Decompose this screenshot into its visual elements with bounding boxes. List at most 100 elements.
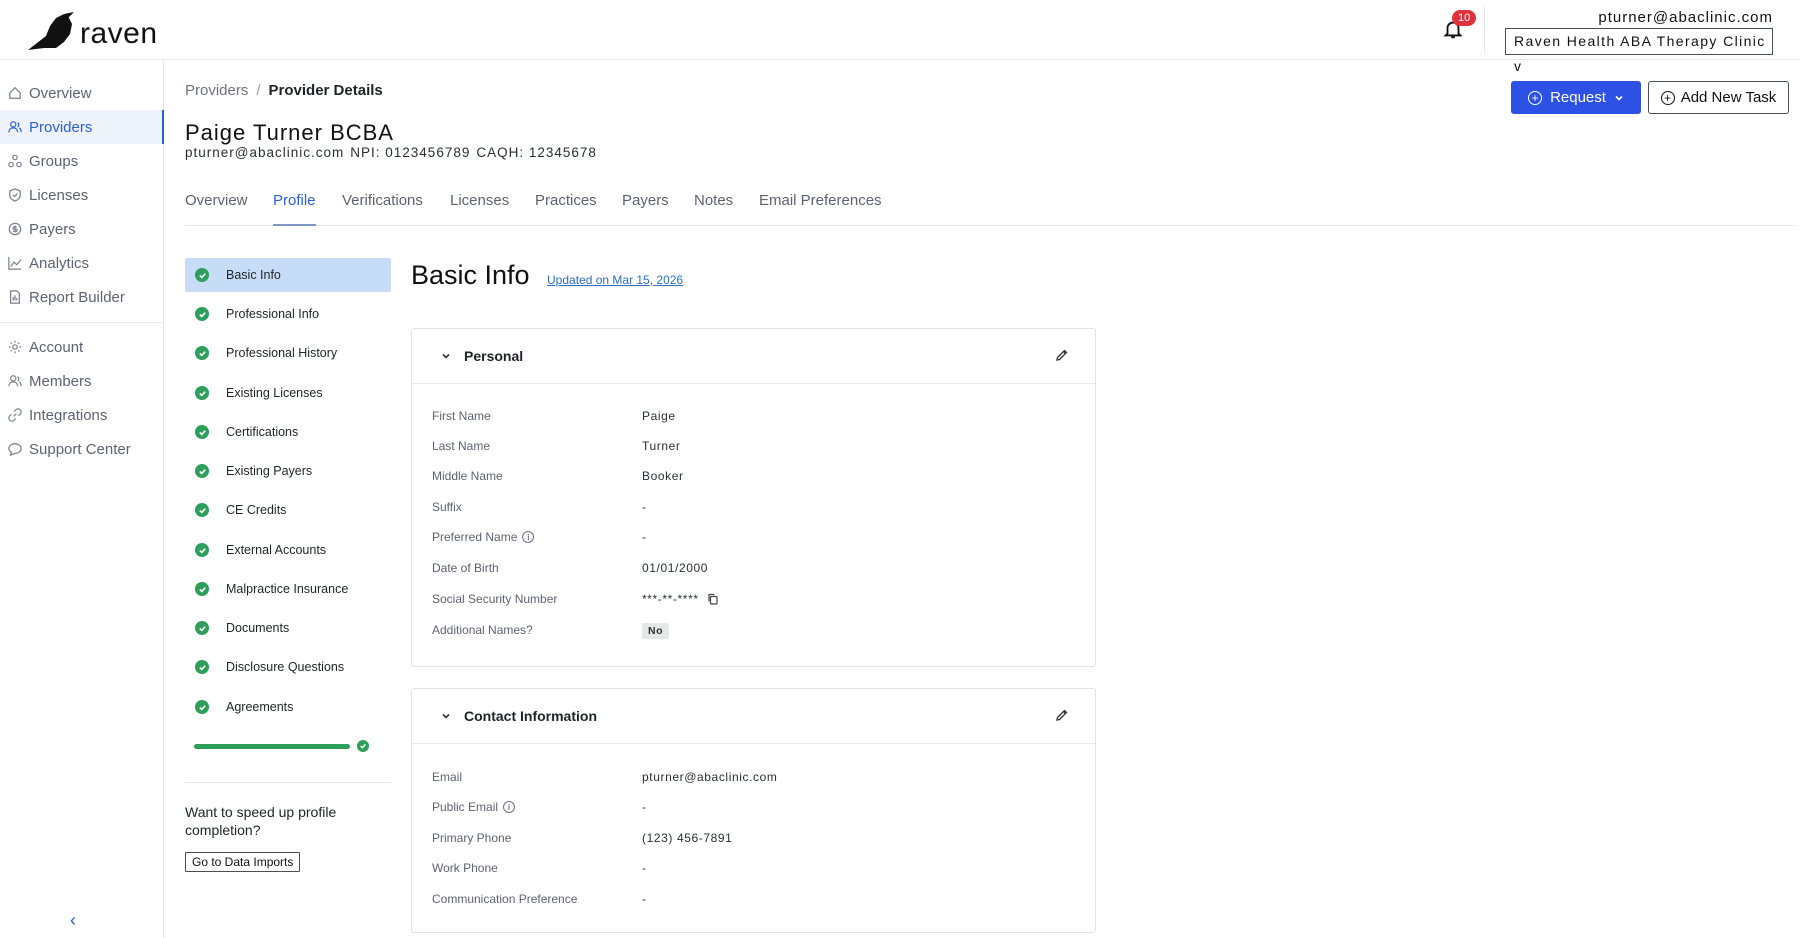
field-value: 01/01/2000 bbox=[642, 561, 709, 575]
check-circle-icon bbox=[195, 700, 209, 714]
field-ssn: Social Security Number ***-**-**** bbox=[432, 592, 1072, 612]
personal-card-title: Personal bbox=[464, 348, 524, 364]
app-name: raven bbox=[80, 17, 158, 50]
clinic-select[interactable]: Raven Health ABA Therapy Clinic v bbox=[1505, 28, 1773, 74]
shield-icon bbox=[8, 188, 22, 202]
sidebar-item-label: Groups bbox=[29, 152, 79, 170]
tab-overview[interactable]: Overview bbox=[185, 192, 248, 226]
notification-count-badge: 10 bbox=[1452, 10, 1477, 26]
personal-card: Personal First Name Paige Last Name Turner… bbox=[411, 328, 1096, 667]
speedup-text: Want to speed up profile completion? bbox=[185, 804, 337, 838]
collapse-sidebar-button[interactable]: ‹ bbox=[70, 910, 88, 930]
chevron-down-icon bbox=[1615, 95, 1623, 101]
check-circle-icon bbox=[195, 268, 209, 282]
tab-payers[interactable]: Payers bbox=[622, 192, 669, 226]
step-existing-licenses[interactable]: Existing Licenses bbox=[185, 376, 391, 410]
tab-licenses[interactable]: Licenses bbox=[450, 192, 509, 226]
field-value: (123) 456-7891 bbox=[642, 831, 733, 845]
tab-profile[interactable]: Profile bbox=[273, 192, 316, 226]
contact-information-card: Contact Information Email pturner@abaclin… bbox=[411, 688, 1096, 933]
sidebar-item-providers[interactable]: Providers bbox=[0, 110, 164, 144]
step-label: Certifications bbox=[226, 425, 299, 439]
step-ce-credits[interactable]: CE Credits bbox=[185, 493, 391, 527]
step-malpractice-insurance[interactable]: Malpractice Insurance bbox=[185, 572, 391, 606]
info-icon[interactable]: i bbox=[522, 531, 535, 543]
step-external-accounts[interactable]: External Accounts bbox=[185, 533, 391, 567]
step-label: Professional History bbox=[226, 346, 338, 360]
field-label: Work Phone bbox=[432, 861, 498, 875]
pencil-icon[interactable] bbox=[1055, 348, 1069, 362]
step-professional-info[interactable]: Professional Info bbox=[185, 297, 391, 331]
field-value: No bbox=[642, 623, 670, 639]
chevron-down-icon[interactable] bbox=[440, 350, 452, 362]
tab-email-preferences[interactable]: Email Preferences bbox=[759, 192, 882, 226]
user-email[interactable]: pturner@abaclinic.com bbox=[1598, 9, 1773, 26]
field-email: Email pturner@abaclinic.com bbox=[432, 770, 1072, 790]
field-first-name: First Name Paige bbox=[432, 409, 1072, 429]
analytics-icon bbox=[8, 256, 22, 270]
field-label: First Name bbox=[432, 409, 491, 423]
field-value: Turner bbox=[642, 439, 681, 453]
sidebar-item-report-builder[interactable]: Report Builder bbox=[0, 280, 164, 314]
step-professional-history[interactable]: Professional History bbox=[185, 336, 391, 370]
sidebar-item-label: Support Center bbox=[29, 440, 131, 458]
step-existing-payers[interactable]: Existing Payers bbox=[185, 454, 391, 488]
request-button[interactable]: + Request bbox=[1511, 81, 1641, 114]
breadcrumb-providers-link[interactable]: Providers bbox=[185, 82, 248, 99]
sidebar-item-payers[interactable]: Payers bbox=[0, 212, 164, 246]
providers-icon bbox=[8, 120, 22, 134]
sidebar-item-label: Providers bbox=[29, 118, 93, 136]
field-communication-preference: Communication Preference - bbox=[432, 892, 1072, 912]
check-circle-icon bbox=[195, 386, 209, 400]
chat-icon bbox=[8, 442, 22, 456]
tab-practices[interactable]: Practices bbox=[535, 192, 597, 226]
step-label: External Accounts bbox=[226, 543, 327, 557]
field-suffix: Suffix - bbox=[432, 500, 1072, 520]
sidebar-item-label: Account bbox=[29, 338, 84, 356]
section-title: Basic Info bbox=[411, 260, 530, 290]
provider-npi: NPI: 0123456789 bbox=[350, 145, 471, 160]
check-circle-icon bbox=[195, 464, 209, 478]
updated-link[interactable]: Updated on Mar 15, 2026 bbox=[547, 273, 683, 287]
step-disclosure-questions[interactable]: Disclosure Questions bbox=[185, 650, 391, 684]
step-agreements[interactable]: Agreements bbox=[185, 690, 391, 724]
provider-meta: pturner@abaclinic.com NPI: 0123456789 CAQH… bbox=[185, 145, 603, 160]
sidebar-item-integrations[interactable]: Integrations bbox=[0, 398, 164, 432]
sidebar-item-support-center[interactable]: Support Center bbox=[0, 432, 164, 466]
check-circle-icon bbox=[195, 660, 209, 674]
tab-notes[interactable]: Notes bbox=[694, 192, 733, 226]
sidebar-item-licenses[interactable]: Licenses bbox=[0, 178, 164, 212]
field-label: Date of Birth bbox=[432, 561, 499, 575]
sidebar-item-account[interactable]: Account bbox=[0, 330, 164, 364]
ssn-masked: ***-**-**** bbox=[642, 592, 699, 606]
raven-logo[interactable]: raven bbox=[26, 12, 158, 52]
step-label: Disclosure Questions bbox=[226, 660, 345, 674]
step-certifications[interactable]: Certifications bbox=[185, 415, 391, 449]
pencil-icon[interactable] bbox=[1055, 708, 1069, 722]
sidebar-divider bbox=[0, 322, 164, 323]
plus-circle-icon: + bbox=[1528, 90, 1543, 105]
field-label: Last Name bbox=[432, 439, 491, 453]
step-documents[interactable]: Documents bbox=[185, 611, 391, 645]
sidebar-item-members[interactable]: Members bbox=[0, 364, 164, 398]
members-icon bbox=[8, 374, 22, 388]
add-new-task-button[interactable]: + Add New Task bbox=[1648, 81, 1789, 114]
tab-verifications[interactable]: Verifications bbox=[342, 192, 423, 226]
field-label: Public Email i bbox=[432, 800, 516, 814]
check-circle-icon bbox=[195, 543, 209, 557]
field-value: - bbox=[642, 892, 647, 906]
field-date-of-birth: Date of Birth 01/01/2000 bbox=[432, 561, 1072, 581]
chevron-down-icon[interactable] bbox=[440, 710, 452, 722]
sidebar-item-overview[interactable]: Overview bbox=[0, 76, 164, 110]
copy-icon[interactable] bbox=[707, 593, 719, 605]
check-circle-icon bbox=[195, 503, 209, 517]
sidebar-item-groups[interactable]: Groups bbox=[0, 144, 164, 178]
step-label: Documents bbox=[226, 621, 290, 635]
field-label-text: Public Email bbox=[432, 800, 499, 814]
step-basic-info[interactable]: Basic Info bbox=[185, 258, 391, 292]
go-to-data-imports-button[interactable]: Go to Data Imports bbox=[185, 852, 301, 872]
field-last-name: Last Name Turner bbox=[432, 439, 1072, 459]
field-primary-phone: Primary Phone (123) 456-7891 bbox=[432, 831, 1072, 851]
info-icon[interactable]: i bbox=[503, 801, 516, 813]
sidebar-item-analytics[interactable]: Analytics bbox=[0, 246, 164, 280]
